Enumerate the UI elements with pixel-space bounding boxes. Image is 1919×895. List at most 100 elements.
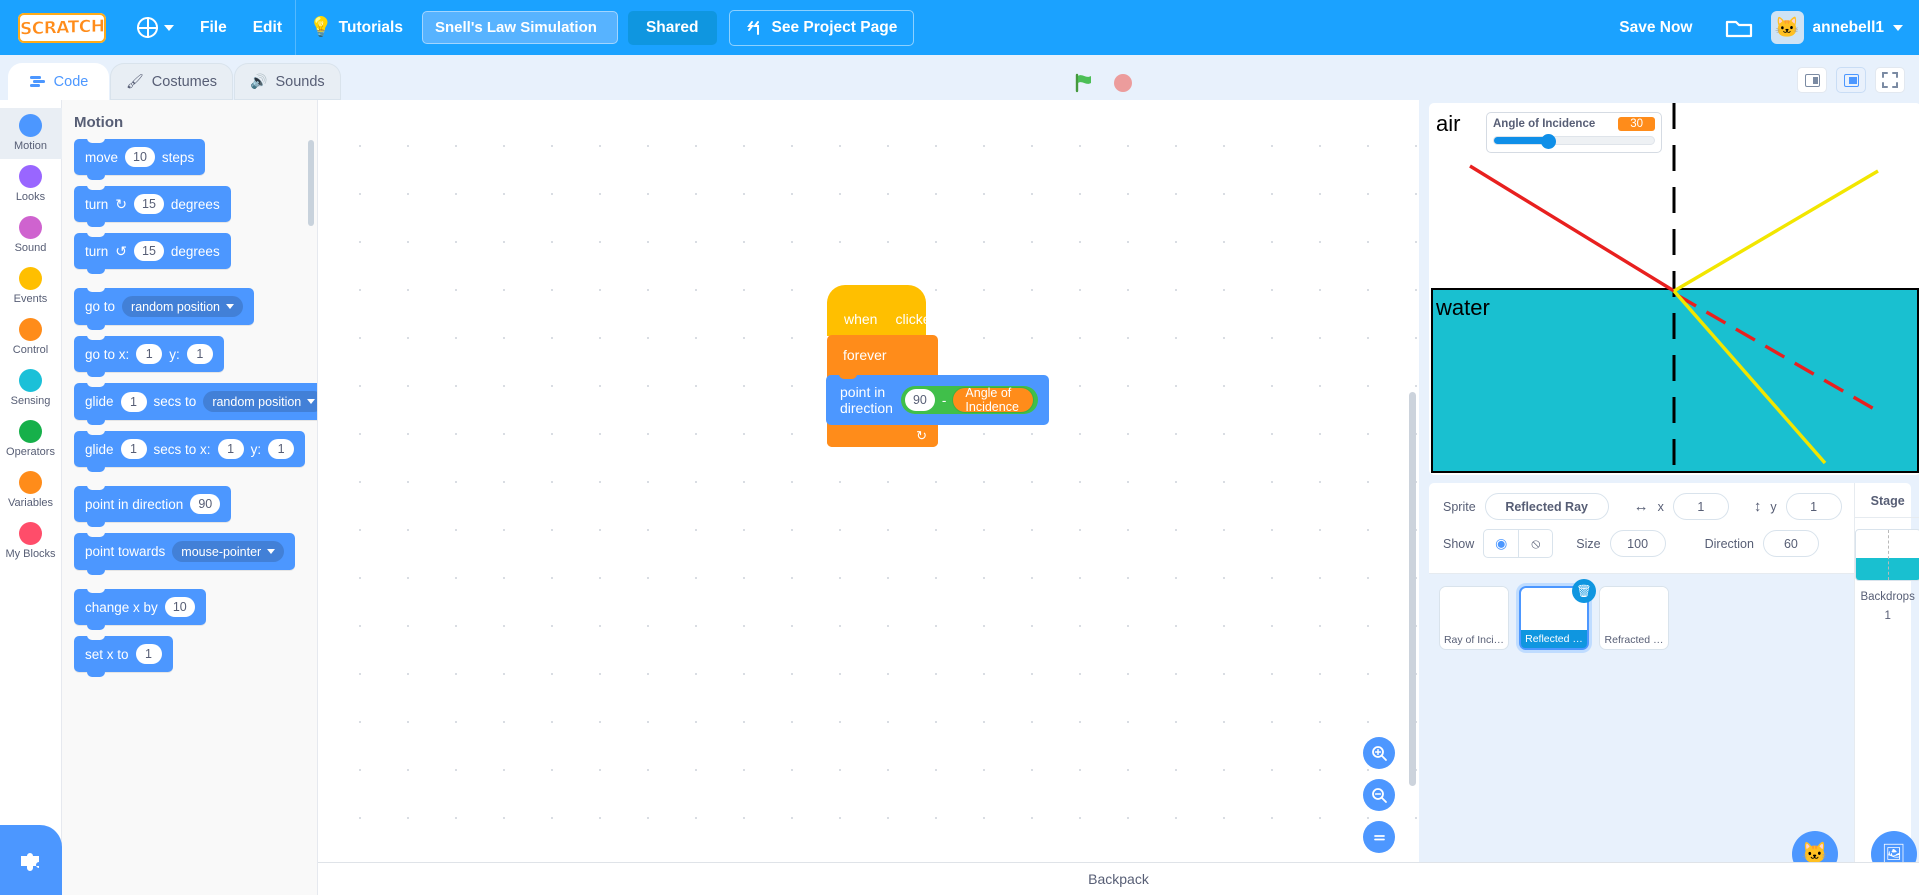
block-point-in-direction[interactable]: point in direction 90 xyxy=(74,485,232,527)
sprite-y-input[interactable]: 1 xyxy=(1785,493,1842,520)
stop-sign-icon[interactable] xyxy=(1113,73,1133,93)
block-forever[interactable]: forever point in direction 90 - Angle of… xyxy=(826,335,1049,447)
palette-scrollbar[interactable] xyxy=(308,140,314,226)
eye-icon[interactable]: ◉ xyxy=(1484,530,1518,557)
sprite-card-refracted-ray[interactable]: Refracted … xyxy=(1599,586,1669,650)
stage-view[interactable]: air water Angle of Incidence 30 xyxy=(1429,103,1919,475)
add-extension-icon xyxy=(21,853,39,871)
go-to-xy-y-input[interactable]: 1 xyxy=(186,344,213,364)
point-direction-pre: point in direction xyxy=(85,496,184,512)
block-palette[interactable]: Motion move 10 steps turn ↻ 15 degrees t… xyxy=(62,100,318,895)
glide-xy-y-input[interactable]: 1 xyxy=(268,439,295,459)
turn-left-post: degrees xyxy=(170,243,220,259)
project-title-value: Snell's Law Simulation xyxy=(434,19,597,36)
point-towards-dropdown[interactable]: mouse-pointer xyxy=(172,541,285,562)
sprite-x-input[interactable]: 1 xyxy=(1672,493,1729,520)
go-to-xy-x-input[interactable]: 1 xyxy=(136,344,163,364)
glide-to-dropdown[interactable]: random position xyxy=(203,391,317,412)
sprite-size-input[interactable]: 100 xyxy=(1609,530,1666,557)
glide-xy-secs-input[interactable]: 1 xyxy=(120,439,147,459)
category-operators[interactable]: Operators xyxy=(0,414,62,465)
block-go-to[interactable]: go to random position xyxy=(74,287,254,330)
block-move-steps[interactable]: move 10 steps xyxy=(74,138,206,180)
set-x-input[interactable]: 1 xyxy=(135,644,162,664)
code-canvas[interactable]: when clicked forever point in direction … xyxy=(318,100,1419,895)
variable-angle-of-incidence[interactable]: Angle of Incidence xyxy=(953,386,1033,414)
block-when-flag-clicked[interactable]: when clicked xyxy=(827,285,938,336)
scratch-logo[interactable]: SCRATCH xyxy=(18,12,106,43)
variable-monitor-angle-of-incidence[interactable]: Angle of Incidence 30 xyxy=(1486,112,1662,153)
chevron-down-icon xyxy=(225,304,234,309)
fullscreen-button[interactable] xyxy=(1875,67,1905,93)
project-title-input[interactable]: Snell's Law Simulation xyxy=(421,11,618,44)
block-point-towards[interactable]: point towards mouse-pointer xyxy=(74,532,296,575)
point-direction-input[interactable]: 90 xyxy=(190,494,221,514)
backpack-bar[interactable]: Backpack xyxy=(318,862,1919,895)
change-x-input[interactable]: 10 xyxy=(164,597,195,617)
refracted-ray-dashed xyxy=(1676,293,1882,415)
glide-to-secs-input[interactable]: 1 xyxy=(120,391,147,412)
arrows-vertical-icon: ↕ xyxy=(1753,498,1762,515)
see-project-page-button[interactable]: See Project Page xyxy=(728,9,915,46)
category-events[interactable]: Events xyxy=(0,261,62,312)
move-steps-pre: move xyxy=(85,149,119,165)
category-sensing[interactable]: Sensing xyxy=(0,363,62,414)
small-stage-button[interactable] xyxy=(1797,67,1827,93)
block-change-x-by[interactable]: change x by 10 xyxy=(74,588,206,630)
looks-color-dot xyxy=(19,165,42,188)
sprite-card-ray-of-incidence[interactable]: Ray of Inci… xyxy=(1439,586,1509,650)
add-extension-button[interactable] xyxy=(0,825,62,895)
sprite-name-input[interactable]: Reflected Ray xyxy=(1484,493,1609,520)
backpack-label: Backpack xyxy=(1088,871,1149,887)
glide-xy-x-input[interactable]: 1 xyxy=(217,439,244,459)
edit-menu[interactable]: Edit xyxy=(240,0,295,55)
script-stack[interactable]: when clicked forever point in direction … xyxy=(826,285,1049,447)
category-sound[interactable]: Sound xyxy=(0,210,62,261)
canvas-vertical-scrollbar[interactable] xyxy=(1409,392,1416,786)
green-flag-icon[interactable] xyxy=(1073,72,1095,94)
tab-sounds[interactable]: 🔊 Sounds xyxy=(234,63,341,100)
chevron-down-icon xyxy=(1893,24,1903,31)
zoom-reset-button[interactable] xyxy=(1363,821,1395,853)
sprite-direction-input[interactable]: 60 xyxy=(1762,530,1819,557)
block-set-x-to[interactable]: set x to 1 xyxy=(74,635,173,677)
monitor-slider[interactable] xyxy=(1493,134,1655,149)
block-turn-right[interactable]: turn ↻ 15 degrees xyxy=(74,185,231,227)
category-variables[interactable]: Variables xyxy=(0,465,62,516)
trash-icon[interactable]: 🗑 xyxy=(1572,579,1596,603)
tab-costumes[interactable]: 🖌 Costumes xyxy=(110,63,234,100)
block-go-to-xy[interactable]: go to x: 1 y: 1 xyxy=(74,335,224,377)
move-steps-input[interactable]: 10 xyxy=(125,147,155,167)
block-subtract-operator[interactable]: 90 - Angle of Incidence xyxy=(900,386,1038,414)
turn-right-input[interactable]: 15 xyxy=(134,194,164,214)
tutorials-button[interactable]: 💡 Tutorials xyxy=(296,0,416,55)
category-my-blocks[interactable]: My Blocks xyxy=(0,516,62,567)
sprite-card-reflected-ray[interactable]: 🗑 Reflected … xyxy=(1519,579,1596,650)
stage-thumbnail[interactable] xyxy=(1854,529,1919,581)
sprite-size-label: Size xyxy=(1576,536,1601,551)
zoom-in-button[interactable] xyxy=(1363,737,1395,769)
save-now-button[interactable]: Save Now xyxy=(1605,19,1706,37)
account-menu[interactable]: 🐱 annebell1 xyxy=(1770,11,1903,44)
large-stage-button[interactable] xyxy=(1836,67,1866,93)
block-point-in-direction-script[interactable]: point in direction 90 - Angle of Inciden… xyxy=(826,374,1049,425)
folder-icon[interactable] xyxy=(1725,17,1753,39)
category-looks[interactable]: Looks xyxy=(0,159,62,210)
block-glide-to-xy[interactable]: glide 1 secs to x: 1 y: 1 xyxy=(74,430,306,472)
tab-code[interactable]: Code xyxy=(8,63,109,100)
category-motion[interactable]: Motion xyxy=(0,108,62,159)
block-turn-left[interactable]: turn ↺ 15 degrees xyxy=(74,232,231,274)
sprite-visibility-toggle[interactable]: ◉ ⦸ xyxy=(1483,529,1554,558)
turn-left-input[interactable]: 15 xyxy=(134,241,164,261)
file-menu[interactable]: File xyxy=(187,0,240,55)
sprite-card-label: Ray of Inci… xyxy=(1443,634,1505,646)
operand-left-input[interactable]: 90 xyxy=(904,389,935,411)
monitor-slider-handle[interactable] xyxy=(1541,134,1557,149)
block-glide-to[interactable]: glide 1 secs to random position xyxy=(74,382,317,425)
eye-slash-icon[interactable]: ⦸ xyxy=(1518,530,1552,557)
shared-button[interactable]: Shared xyxy=(627,10,717,45)
go-to-dropdown[interactable]: random position xyxy=(122,296,243,317)
category-control[interactable]: Control xyxy=(0,312,62,363)
zoom-out-button[interactable] xyxy=(1363,779,1395,811)
language-selector[interactable] xyxy=(124,0,187,55)
